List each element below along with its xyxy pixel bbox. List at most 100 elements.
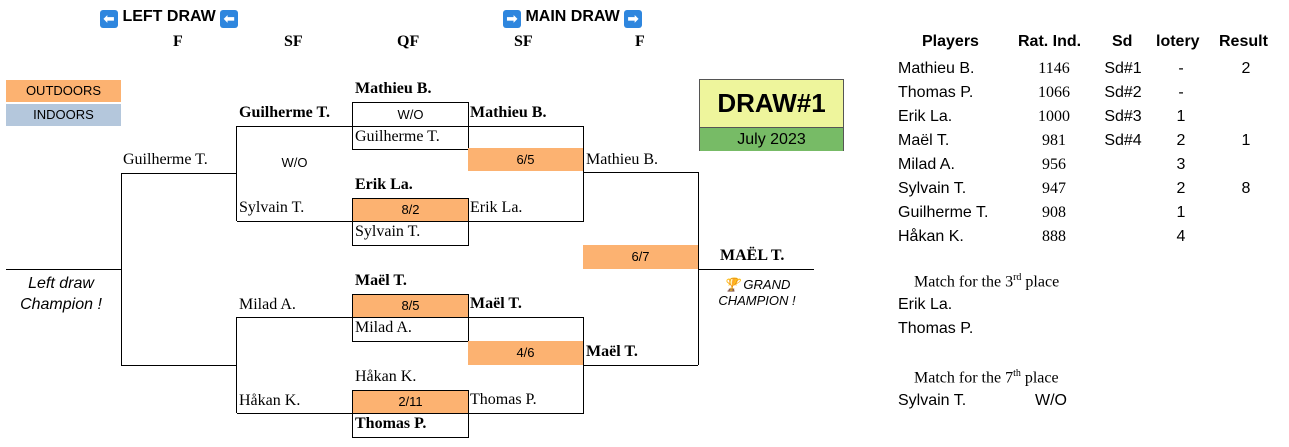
table-cell-seed: Sd#3 bbox=[1104, 108, 1142, 125]
table-cell-seed: Sd#2 bbox=[1104, 84, 1142, 101]
round-header-left-sf: SF bbox=[284, 33, 303, 50]
round-header-main-sf: SF bbox=[514, 33, 533, 50]
table-cell-rating: 956 bbox=[1042, 156, 1066, 173]
table-cell-lotery: 2 bbox=[1176, 132, 1186, 149]
table-cell-name: Sylvain T. bbox=[898, 180, 967, 197]
round-header-main-final: F bbox=[635, 33, 645, 50]
main-draw-title: MAIN DRAW bbox=[525, 8, 620, 25]
table-cell-result: 8 bbox=[1241, 180, 1251, 197]
table-cell-lotery: - bbox=[1178, 84, 1184, 101]
qf4-top-player: Håkan K. bbox=[355, 368, 417, 385]
table-cell-rating: 1066 bbox=[1038, 84, 1070, 101]
left-draw-champion-label: Left draw Champion ! bbox=[20, 275, 102, 313]
qf4-bottom-player: Thomas P. bbox=[355, 415, 427, 432]
qf4-score: 2/11 bbox=[353, 391, 468, 413]
table-cell-lotery: - bbox=[1178, 60, 1184, 77]
left-sf1-top-player: Guilherme T. bbox=[239, 104, 330, 121]
draw-title: DRAW#1 bbox=[700, 80, 843, 128]
legend-outdoors: OUTDOORS bbox=[6, 80, 121, 102]
col-header-rating: Rat. Ind. bbox=[1018, 33, 1082, 50]
qf3-score: 8/5 bbox=[353, 295, 468, 317]
table-cell-result: 1 bbox=[1241, 132, 1251, 149]
seventh-place-title: Match for the 7th place bbox=[914, 368, 1059, 387]
draw-info-box: DRAW#1 July 2023 bbox=[699, 79, 844, 151]
table-cell-name: Erik La. bbox=[898, 108, 953, 125]
third-place-title: Match for the 3rd place bbox=[914, 272, 1060, 291]
table-row: Guilherme T. 908 1 bbox=[898, 201, 1278, 225]
right-arrow-icon: ➡ bbox=[503, 10, 521, 28]
round-header-left-final: F bbox=[173, 33, 183, 50]
qf2-top-player: Erik La. bbox=[355, 176, 413, 193]
right-arrow-icon: ➡ bbox=[624, 10, 643, 28]
table-cell-rating: 981 bbox=[1042, 132, 1066, 149]
left-sf2-bottom-player: Håkan K. bbox=[239, 392, 301, 409]
table-cell-rating: 908 bbox=[1042, 204, 1066, 221]
main-sf1-score: 6/5 bbox=[468, 148, 583, 171]
table-cell-lotery: 1 bbox=[1176, 204, 1186, 221]
table-row: Sylvain T. 947 2 8 bbox=[898, 177, 1278, 201]
seventh-place-player: Sylvain T. bbox=[898, 392, 967, 409]
table-cell-rating: 888 bbox=[1042, 228, 1066, 245]
qf2-bottom-player: Sylvain T. bbox=[355, 223, 421, 240]
final-top-player: Mathieu B. bbox=[586, 151, 658, 168]
table-row: Håkan K. 888 4 bbox=[898, 225, 1278, 249]
qf1-bottom-player: Guilherme T. bbox=[355, 128, 440, 145]
table-row: Maël T. 981 Sd#4 2 1 bbox=[898, 129, 1278, 153]
col-header-seed: Sd bbox=[1112, 33, 1133, 50]
left-draw-title: LEFT DRAW bbox=[122, 8, 216, 25]
table-cell-rating: 1000 bbox=[1038, 108, 1070, 125]
legend-indoors: INDOORS bbox=[6, 104, 121, 126]
table-cell-lotery: 4 bbox=[1176, 228, 1186, 245]
third-place-player1: Erik La. bbox=[898, 296, 953, 313]
champion-name: MAËL T. bbox=[720, 247, 785, 264]
table-cell-name: Milad A. bbox=[898, 156, 955, 173]
col-header-lotery: lotery bbox=[1156, 33, 1200, 50]
table-cell-seed: Sd#1 bbox=[1104, 60, 1142, 77]
table-cell-lotery: 1 bbox=[1176, 108, 1186, 125]
table-cell-name: Mathieu B. bbox=[898, 60, 975, 77]
table-cell-lotery: 2 bbox=[1176, 180, 1186, 197]
main-sf2-score: 4/6 bbox=[468, 341, 583, 365]
draw-date: July 2023 bbox=[700, 128, 843, 151]
grand-champion-label: 🏆 GRAND CHAMPION ! bbox=[718, 277, 796, 308]
final-score: 6/7 bbox=[583, 245, 698, 269]
col-header-result: Result bbox=[1219, 33, 1268, 50]
main-sf1-top-player: Mathieu B. bbox=[470, 104, 547, 121]
round-header-qf: QF bbox=[397, 33, 420, 50]
table-cell-name: Guilherme T. bbox=[898, 204, 989, 221]
left-sf1-bottom-player: Sylvain T. bbox=[239, 199, 305, 216]
table-row: Mathieu B. 1146 Sd#1 - 2 bbox=[898, 57, 1278, 81]
left-final-top-player: Guilherme T. bbox=[123, 151, 208, 168]
seventh-place-result: W/O bbox=[1035, 392, 1067, 409]
main-sf2-top-player: Maël T. bbox=[470, 295, 522, 312]
qf3-top-player: Maël T. bbox=[355, 272, 407, 289]
table-cell-lotery: 3 bbox=[1176, 156, 1186, 173]
table-cell-rating: 1146 bbox=[1038, 60, 1070, 77]
left-arrow-icon: ⬅ bbox=[100, 10, 118, 28]
table-row: Erik La. 1000 Sd#3 1 bbox=[898, 105, 1278, 129]
table-cell-seed: Sd#4 bbox=[1104, 132, 1142, 149]
third-place-player2: Thomas P. bbox=[898, 320, 974, 337]
table-cell-result: 2 bbox=[1241, 60, 1251, 77]
trophy-icon: 🏆 bbox=[723, 277, 740, 292]
table-cell-name: Thomas P. bbox=[898, 84, 974, 101]
main-draw-header: ➡ MAIN DRAW ➡ bbox=[503, 8, 643, 28]
table-cell-name: Håkan K. bbox=[898, 228, 964, 245]
final-bottom-player: Maël T. bbox=[586, 343, 638, 360]
left-draw-header: ⬅ LEFT DRAW ⬅ bbox=[100, 8, 239, 28]
main-sf2-bottom-player: Thomas P. bbox=[470, 391, 537, 408]
left-sf-score: W/O bbox=[281, 155, 308, 170]
players-table: Players Rat. Ind. Sd lotery Result Mathi… bbox=[898, 33, 1278, 248]
col-header-players: Players bbox=[922, 33, 979, 50]
qf1-top-player: Mathieu B. bbox=[355, 80, 432, 97]
table-row: Milad A. 956 3 bbox=[898, 153, 1278, 177]
qf1-score: W/O bbox=[397, 107, 424, 122]
table-row: Thomas P. 1066 Sd#2 - bbox=[898, 81, 1278, 105]
table-cell-name: Maël T. bbox=[898, 132, 950, 149]
qf2-score: 8/2 bbox=[353, 199, 468, 221]
left-sf2-top-player: Milad A. bbox=[239, 296, 296, 313]
qf3-bottom-player: Milad A. bbox=[355, 319, 412, 336]
main-sf1-bottom-player: Erik La. bbox=[470, 199, 523, 216]
left-arrow-icon: ⬅ bbox=[220, 10, 239, 28]
table-cell-rating: 947 bbox=[1042, 180, 1066, 197]
